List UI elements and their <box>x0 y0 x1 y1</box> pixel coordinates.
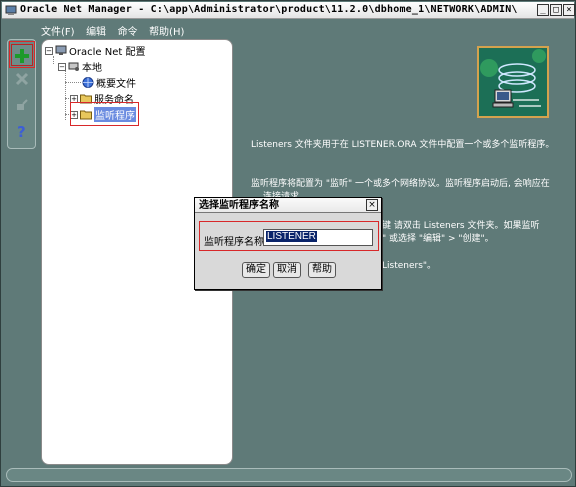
local-computer-icon <box>68 62 79 71</box>
menu-help[interactable]: 帮助(H) <box>149 27 184 38</box>
oracle-net-app-icon <box>5 5 17 15</box>
create-button-highlight <box>9 41 35 68</box>
svg-text:?: ? <box>17 123 26 139</box>
help-toolbar-button[interactable]: ? <box>11 120 33 142</box>
network-icon <box>55 45 67 55</box>
collapse-toggle[interactable]: − <box>58 62 66 71</box>
tree-label: Oracle Net 配置 <box>69 47 146 58</box>
maximize-button[interactable]: □ <box>550 4 562 16</box>
delete-button[interactable] <box>11 68 33 90</box>
close-button[interactable]: × <box>563 4 575 16</box>
network-graphic-icon <box>480 49 546 108</box>
description-paragraph-1: Listeners 文件夹用于在 LISTENER.ORA 文件中配置一个或多个… <box>251 140 555 150</box>
oracle-net-logo <box>477 46 549 118</box>
menu-file[interactable]: 文件(F) <box>41 27 75 38</box>
dialog-title: 选择监听程序名称 <box>195 198 381 213</box>
description-paragraph-3b: " 或选择 "编辑" > "创建"。 <box>382 234 494 244</box>
description-paragraph-2: 监听程序将配置为 "监听" 一个或多个网络协议。监听程序启动后, 会响应在 <box>251 179 550 189</box>
title-bar: Oracle Net Manager - C:\app\Administrato… <box>2 2 575 19</box>
ok-button[interactable]: 确定 <box>242 262 270 278</box>
description-paragraph-3a: 键 请双击 Listeners 文件夹。如果监听 <box>382 221 540 231</box>
help-button[interactable]: 帮助 <box>308 262 336 278</box>
tree-node-profile[interactable]: 概要文件 <box>82 75 136 90</box>
tree-label: 本地 <box>82 63 102 74</box>
question-mark-icon: ? <box>17 123 26 141</box>
listener-node-highlight <box>70 102 139 126</box>
minimize-button[interactable]: _ <box>537 4 549 16</box>
tree-label: 概要文件 <box>96 79 136 90</box>
profile-globe-icon <box>82 77 94 88</box>
description-paragraph-4: Listeners"。 <box>382 261 437 271</box>
collapse-toggle[interactable]: − <box>45 46 53 55</box>
window-title: Oracle Net Manager - C:\app\Administrato… <box>20 4 518 15</box>
cancel-button[interactable]: 取消 <box>273 262 301 278</box>
tree-connector <box>65 82 81 83</box>
menu-command[interactable]: 命令 <box>118 27 138 38</box>
tree-node-local[interactable]: − 本地 <box>58 59 102 74</box>
tree-connector <box>65 68 66 120</box>
listener-name-highlight <box>199 221 379 251</box>
status-bar <box>6 468 572 482</box>
application-window: Oracle Net Manager - C:\app\Administrato… <box>0 0 576 487</box>
menu-edit[interactable]: 编辑 <box>86 27 106 38</box>
test-connection-icon <box>17 99 28 110</box>
dialog-close-button[interactable]: × <box>366 199 378 211</box>
delete-x-icon <box>15 72 29 86</box>
test-button[interactable] <box>11 94 33 116</box>
menu-bar: 文件(F) 编辑 命令 帮助(H) <box>41 23 192 38</box>
tree-node-oracle-net-config[interactable]: − Oracle Net 配置 <box>45 43 145 58</box>
